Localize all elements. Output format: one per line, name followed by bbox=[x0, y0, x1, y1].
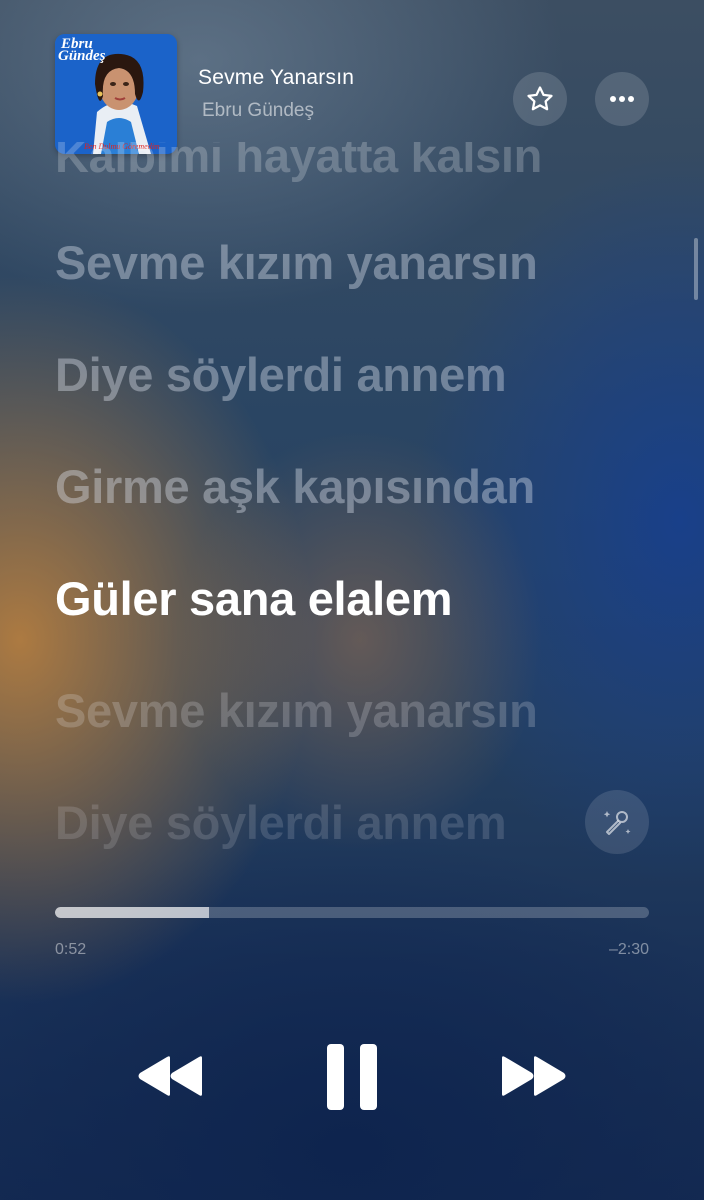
lyric-line[interactable]: Sevme kızım yanarsın bbox=[55, 235, 538, 290]
lyric-line[interactable]: Sevme kızım yanarsın bbox=[55, 683, 538, 738]
more-options-button[interactable] bbox=[595, 72, 649, 126]
album-art-artist-line-2: Gündeş bbox=[58, 48, 106, 64]
sing-along-button[interactable] bbox=[585, 790, 649, 854]
previous-track-button[interactable] bbox=[130, 1046, 210, 1106]
pause-icon bbox=[327, 1044, 377, 1110]
lyric-line[interactable]: Girme aşk kapısından bbox=[55, 459, 535, 514]
elapsed-time: 0:52 bbox=[55, 941, 87, 958]
next-track-button[interactable] bbox=[494, 1046, 574, 1106]
playback-progress-fill bbox=[55, 907, 210, 918]
rewind-icon bbox=[138, 1056, 202, 1096]
ellipsis-icon bbox=[610, 96, 634, 102]
lyrics-scrollbar[interactable] bbox=[694, 238, 698, 300]
song-title: Sevme Yanarsın bbox=[198, 66, 355, 89]
fast-forward-icon bbox=[502, 1056, 566, 1096]
remaining-time: –2:30 bbox=[608, 941, 649, 958]
lyric-line-active[interactable]: Güler sana elalem bbox=[55, 571, 453, 626]
microphone-sparkle-icon bbox=[603, 811, 631, 835]
lyric-line[interactable]: Diye söylerdi annem bbox=[55, 795, 507, 850]
artist-name[interactable]: Ebru Gündeş bbox=[202, 100, 314, 122]
star-icon bbox=[527, 86, 553, 111]
album-art[interactable]: Ebru Gündeş Ben Dulmu Göremedim bbox=[55, 34, 177, 154]
favorite-button[interactable] bbox=[513, 72, 567, 126]
lyric-line[interactable]: Diye söylerdi annem bbox=[55, 347, 507, 402]
playback-progress-slider[interactable] bbox=[55, 907, 649, 918]
play-pause-button[interactable] bbox=[314, 1038, 390, 1116]
